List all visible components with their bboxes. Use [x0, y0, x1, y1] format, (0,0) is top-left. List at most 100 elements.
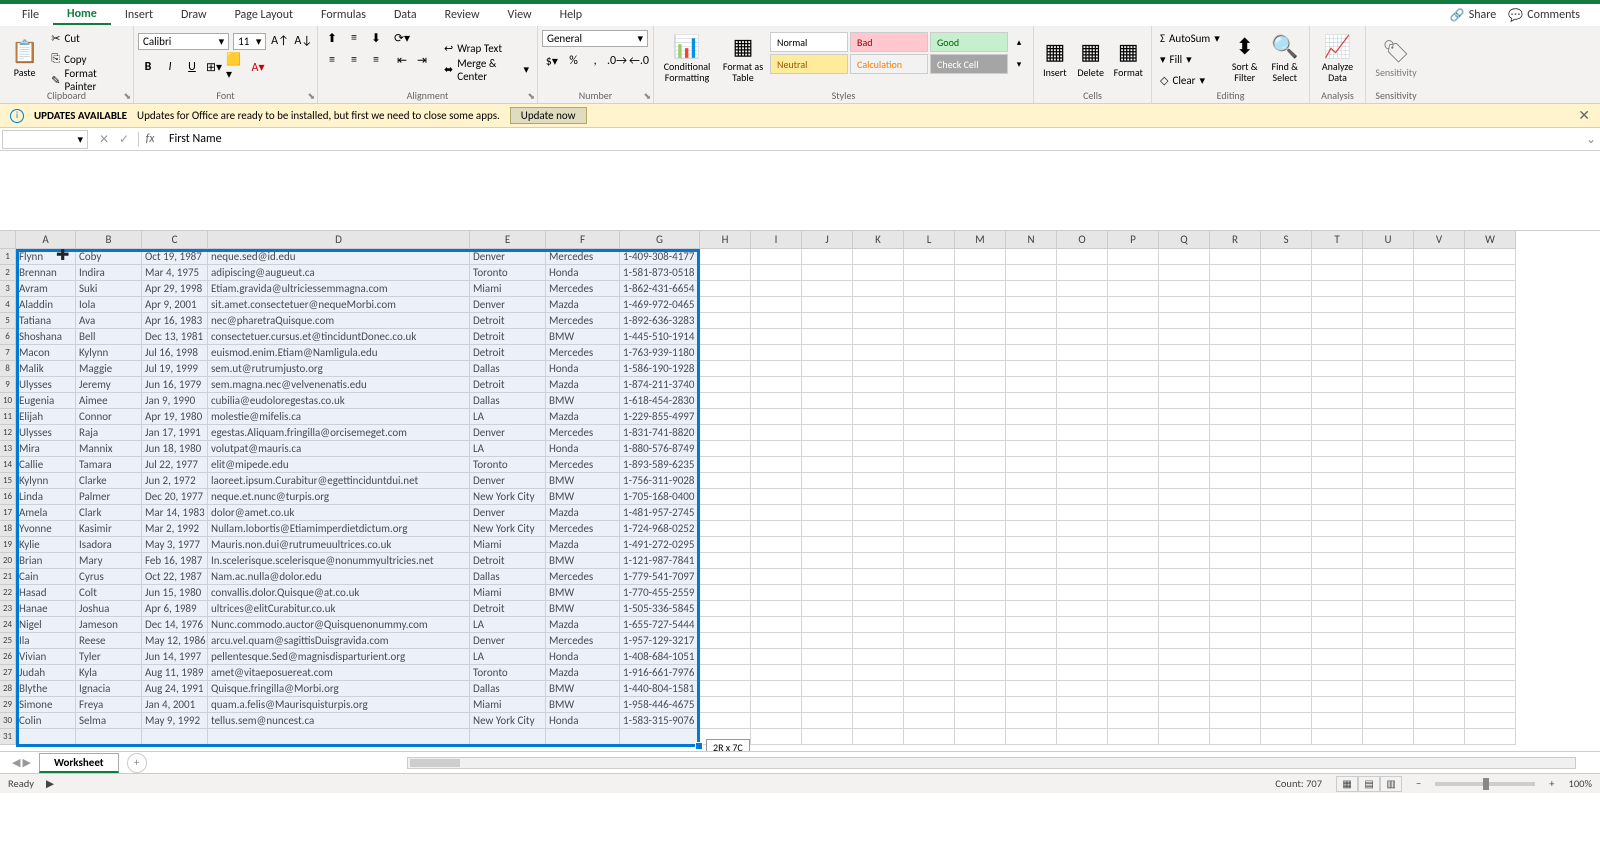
cell-R16[interactable] [1210, 489, 1261, 505]
orientation-button[interactable]: ⟳▾ [392, 28, 412, 48]
cell-T12[interactable] [1312, 425, 1363, 441]
row-header-27[interactable]: 27 [0, 665, 16, 681]
cell-J6[interactable] [802, 329, 853, 345]
cell-Q21[interactable] [1159, 569, 1210, 585]
cell-H30[interactable] [700, 713, 751, 729]
row-header-10[interactable]: 10 [0, 393, 16, 409]
cell-E30[interactable]: New York City [470, 713, 546, 729]
cell-O11[interactable] [1057, 409, 1108, 425]
cell-S30[interactable] [1261, 713, 1312, 729]
cell-P18[interactable] [1108, 521, 1159, 537]
cell-P4[interactable] [1108, 297, 1159, 313]
cell-K22[interactable] [853, 585, 904, 601]
cell-D4[interactable]: sit.amet.consectetuer@nequeMorbi.com [208, 297, 470, 313]
cell-I18[interactable] [751, 521, 802, 537]
cell-K23[interactable] [853, 601, 904, 617]
cell-H14[interactable] [700, 457, 751, 473]
zoom-out-button[interactable]: − [1416, 777, 1421, 790]
cell-B11[interactable]: Connor [76, 409, 142, 425]
close-updatebar-button[interactable]: ✕ [1578, 107, 1590, 124]
cell-J21[interactable] [802, 569, 853, 585]
horizontal-scrollbar[interactable] [407, 757, 1576, 769]
cell-W7[interactable] [1465, 345, 1516, 361]
cell-V3[interactable] [1414, 281, 1465, 297]
cell-H21[interactable] [700, 569, 751, 585]
cell-V11[interactable] [1414, 409, 1465, 425]
cell-M27[interactable] [955, 665, 1006, 681]
cell-B14[interactable]: Tamara [76, 457, 142, 473]
cell-M1[interactable] [955, 249, 1006, 265]
cell-K15[interactable] [853, 473, 904, 489]
cell-Q3[interactable] [1159, 281, 1210, 297]
cell-B17[interactable]: Clark [76, 505, 142, 521]
cell-N5[interactable] [1006, 313, 1057, 329]
cell-I6[interactable] [751, 329, 802, 345]
cell-S15[interactable] [1261, 473, 1312, 489]
cell-P6[interactable] [1108, 329, 1159, 345]
cell-A30[interactable]: Colin [16, 713, 76, 729]
cell-S23[interactable] [1261, 601, 1312, 617]
cell-A14[interactable]: Callie [16, 457, 76, 473]
col-header-A[interactable]: A [16, 231, 76, 249]
cell-S11[interactable] [1261, 409, 1312, 425]
cell-I22[interactable] [751, 585, 802, 601]
cell-U18[interactable] [1363, 521, 1414, 537]
cell-L31[interactable] [904, 729, 955, 745]
cell-V4[interactable] [1414, 297, 1465, 313]
cell-G31[interactable] [620, 729, 700, 745]
cell-E22[interactable]: Miami [470, 585, 546, 601]
cell-V12[interactable] [1414, 425, 1465, 441]
cell-H15[interactable] [700, 473, 751, 489]
cell-I13[interactable] [751, 441, 802, 457]
cell-H10[interactable] [700, 393, 751, 409]
cell-C31[interactable] [142, 729, 208, 745]
cell-W22[interactable] [1465, 585, 1516, 601]
row-header-25[interactable]: 25 [0, 633, 16, 649]
cell-E19[interactable]: Miami [470, 537, 546, 553]
cell-E27[interactable]: Toronto [470, 665, 546, 681]
cell-R15[interactable] [1210, 473, 1261, 489]
cell-W25[interactable] [1465, 633, 1516, 649]
copy-button[interactable]: ⎘Copy [47, 49, 129, 69]
cell-S10[interactable] [1261, 393, 1312, 409]
cell-H20[interactable] [700, 553, 751, 569]
cell-R30[interactable] [1210, 713, 1261, 729]
col-header-W[interactable]: W [1465, 231, 1516, 249]
cell-A18[interactable]: Yvonne [16, 521, 76, 537]
cell-K5[interactable] [853, 313, 904, 329]
cell-F16[interactable]: BMW [546, 489, 620, 505]
cell-L21[interactable] [904, 569, 955, 585]
cell-O6[interactable] [1057, 329, 1108, 345]
comma-button[interactable]: , [585, 51, 605, 71]
cell-J1[interactable] [802, 249, 853, 265]
cell-G24[interactable]: 1-655-727-5444 [620, 617, 700, 633]
row-header-8[interactable]: 8 [0, 361, 16, 377]
cell-T4[interactable] [1312, 297, 1363, 313]
cell-D17[interactable]: dolor@amet.co.uk [208, 505, 470, 521]
cell-N28[interactable] [1006, 681, 1057, 697]
cell-B8[interactable]: Maggie [76, 361, 142, 377]
col-header-J[interactable]: J [802, 231, 853, 249]
share-button[interactable]: 🔗 Share [1450, 8, 1497, 23]
increase-decimal-button[interactable]: .0→ [607, 51, 627, 71]
cell-D9[interactable]: sem.magna.nec@velvenenatis.edu [208, 377, 470, 393]
cell-I27[interactable] [751, 665, 802, 681]
tab-file[interactable]: File [8, 6, 53, 24]
cell-Q25[interactable] [1159, 633, 1210, 649]
sheet-prev-button[interactable]: ◀ [12, 756, 20, 769]
cell-P13[interactable] [1108, 441, 1159, 457]
fill-button[interactable]: ▾Fill ▾ [1156, 49, 1224, 69]
cell-V31[interactable] [1414, 729, 1465, 745]
cell-S17[interactable] [1261, 505, 1312, 521]
cell-C11[interactable]: Apr 19, 1980 [142, 409, 208, 425]
cell-T13[interactable] [1312, 441, 1363, 457]
row-header-22[interactable]: 22 [0, 585, 16, 601]
cell-J8[interactable] [802, 361, 853, 377]
merge-center-button[interactable]: ⬌Merge & Center ▾ [440, 60, 533, 80]
cell-J12[interactable] [802, 425, 853, 441]
cell-V5[interactable] [1414, 313, 1465, 329]
cell-L19[interactable] [904, 537, 955, 553]
row-header-1[interactable]: 1 [0, 249, 16, 265]
cell-W5[interactable] [1465, 313, 1516, 329]
cell-H18[interactable] [700, 521, 751, 537]
